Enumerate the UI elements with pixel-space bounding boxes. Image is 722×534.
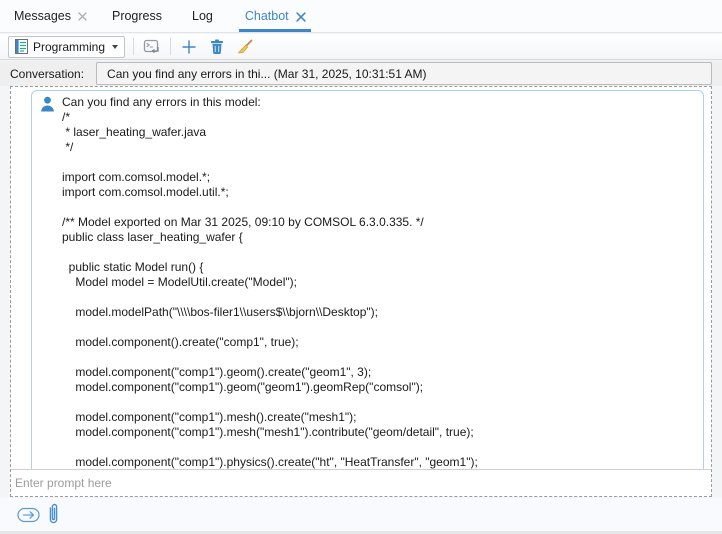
mode-dropdown[interactable]: Programming [8,36,125,58]
code-document-icon [15,39,28,54]
broom-icon [237,39,253,55]
paperclip-icon [47,502,60,527]
prompt-row [11,470,711,496]
chat-panel: Can you find any errors in this model: /… [10,86,712,497]
conversation-select[interactable]: Can you find any errors in thi... (Mar 3… [96,62,712,85]
conversation-row: Conversation: Can you find any errors in… [0,61,722,86]
conversation-label: Conversation: [10,67,84,81]
user-message-text: Can you find any errors in this model: /… [62,95,697,470]
new-conversation-button[interactable] [179,37,199,57]
prompt-action-bar [0,498,722,531]
mode-dropdown-label: Programming [33,40,105,54]
tab-chatbot-label: Chatbot [245,9,289,23]
tab-messages[interactable]: Messages [8,0,93,32]
tab-log-label: Log [192,9,213,23]
trash-icon [210,39,224,54]
tab-bar: Messages Progress Log Chatbot [0,0,722,33]
clear-conversation-button[interactable] [235,37,255,57]
tab-messages-label: Messages [14,9,71,23]
conversation-selected-value: Can you find any errors in thi... (Mar 3… [107,67,427,81]
user-avatar-icon [40,96,55,112]
prompt-input[interactable] [11,470,711,496]
toolbar-separator [170,38,171,55]
close-icon[interactable] [78,12,87,21]
insert-in-editor-icon [143,39,161,55]
delete-conversation-button[interactable] [207,37,227,57]
add-icon [182,40,196,54]
tab-progress[interactable]: Progress [106,0,168,32]
close-icon[interactable] [296,12,305,21]
attach-button[interactable] [47,502,60,527]
message-viewport[interactable]: Can you find any errors in this model: /… [11,87,711,470]
toolbar-separator [133,38,134,55]
tab-chatbot[interactable]: Chatbot [239,0,311,32]
send-icon [17,507,40,523]
chevron-down-icon [112,45,118,49]
send-button[interactable] [17,507,40,523]
insert-in-editor-button[interactable] [142,37,162,57]
tab-progress-label: Progress [112,9,162,23]
tab-log[interactable]: Log [186,0,219,32]
user-message-bubble: Can you find any errors in this model: /… [31,90,704,470]
chatbot-toolbar: Programming [0,34,722,60]
